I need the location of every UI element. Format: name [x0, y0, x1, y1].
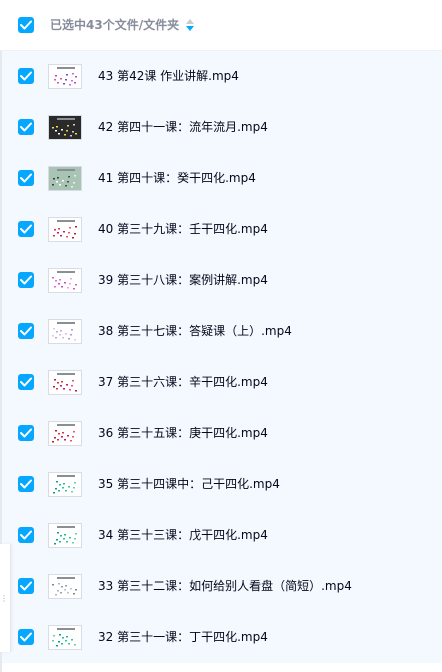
- file-name[interactable]: 33 第三十二课：如何给别人看盘（简短）.mp4: [98, 577, 352, 595]
- video-thumbnail[interactable]: [48, 523, 82, 548]
- thumbnail-content: [52, 634, 76, 647]
- thumbnail-content: [53, 379, 77, 392]
- check-icon: [20, 326, 32, 336]
- file-checkbox[interactable]: [18, 68, 34, 84]
- file-name[interactable]: 37 第三十六课：辛干四化.mp4: [98, 373, 268, 391]
- video-thumbnail[interactable]: [48, 625, 82, 650]
- thumbnail-title-bar: [57, 373, 75, 375]
- file-checkbox[interactable]: [18, 374, 34, 390]
- file-row[interactable]: 37 第三十六课：辛干四化.mp4: [2, 357, 442, 408]
- thumbnail-title-bar: [57, 475, 75, 477]
- check-icon: [20, 632, 32, 642]
- video-thumbnail[interactable]: [48, 574, 82, 599]
- check-icon: [20, 122, 32, 132]
- file-checkbox[interactable]: [18, 578, 34, 594]
- check-icon: [20, 581, 32, 591]
- video-thumbnail[interactable]: [48, 370, 82, 395]
- file-name[interactable]: 36 第三十五课：庚干四化.mp4: [98, 424, 268, 442]
- file-name[interactable]: 34 第三十三课：戊干四化.mp4: [98, 526, 268, 544]
- check-icon: [20, 428, 32, 438]
- file-name[interactable]: 41 第四十课：癸干四化.mp4: [98, 169, 256, 187]
- thumbnail-title-bar: [57, 322, 75, 324]
- check-icon: [20, 275, 32, 285]
- file-checkbox[interactable]: [18, 272, 34, 288]
- video-thumbnail[interactable]: [48, 472, 82, 497]
- thumbnail-content: [54, 73, 77, 86]
- video-thumbnail[interactable]: [48, 217, 82, 242]
- video-thumbnail[interactable]: [48, 421, 82, 446]
- thumbnail-title-bar: [57, 118, 75, 120]
- file-row[interactable]: 32 第三十一课：丁干四化.mp4: [2, 612, 442, 663]
- file-checkbox[interactable]: [18, 323, 34, 339]
- file-checkbox[interactable]: [18, 170, 34, 186]
- thumbnail-title-bar: [57, 526, 75, 528]
- file-checkbox[interactable]: [18, 221, 34, 237]
- file-name[interactable]: 39 第三十八课：案例讲解.mp4: [98, 271, 268, 289]
- file-list: 43 第42课 作业讲解.mp4 42 第四十一课：流年流月.mp4 41 第四十课…: [2, 51, 442, 663]
- file-checkbox[interactable]: [18, 527, 34, 543]
- sort-icon[interactable]: [186, 19, 194, 31]
- thumbnail-content: [52, 277, 77, 290]
- file-name[interactable]: 35 第三十四课中：己干四化.mp4: [98, 475, 280, 493]
- select-all-checkbox[interactable]: [18, 17, 34, 33]
- check-icon: [20, 479, 32, 489]
- file-checkbox[interactable]: [18, 476, 34, 492]
- thumbnail-content: [54, 532, 77, 545]
- check-icon: [20, 173, 32, 183]
- video-thumbnail[interactable]: [48, 319, 82, 344]
- file-row[interactable]: 39 第三十八课：案例讲解.mp4: [2, 255, 442, 306]
- selection-header: 已选中43个文件/文件夹: [0, 0, 442, 51]
- file-name[interactable]: 38 第三十七课：答疑课（上）.mp4: [98, 322, 292, 340]
- video-thumbnail[interactable]: [48, 64, 82, 89]
- video-thumbnail[interactable]: [48, 166, 82, 191]
- check-icon: [20, 377, 32, 387]
- file-row[interactable]: 43 第42课 作业讲解.mp4: [2, 51, 442, 102]
- thumbnail-title-bar: [57, 220, 75, 222]
- thumbnail-content: [52, 124, 77, 137]
- side-collapse-tab[interactable]: ⋮: [0, 544, 11, 652]
- thumbnail-title-bar: [57, 424, 75, 426]
- file-row[interactable]: 42 第四十一课：流年流月.mp4: [2, 102, 442, 153]
- check-icon: [20, 71, 32, 81]
- check-icon: [20, 530, 32, 540]
- thumbnail-title-bar: [57, 67, 75, 69]
- thumbnail-content: [53, 226, 77, 239]
- file-checkbox[interactable]: [18, 629, 34, 645]
- file-list-panel: 已选中43个文件/文件夹 43 第42课 作业讲解.mp4 42 第四十一课：流年…: [0, 0, 442, 672]
- thumbnail-content: [53, 481, 76, 494]
- thumbnail-title-bar: [57, 271, 75, 273]
- thumbnail-content: [52, 583, 77, 596]
- thumbnail-content: [52, 328, 76, 341]
- thumbnail-content: [52, 430, 75, 443]
- selection-count-title: 已选中43个文件/文件夹: [50, 18, 180, 32]
- file-name[interactable]: 43 第42课 作业讲解.mp4: [98, 67, 239, 85]
- file-row[interactable]: 35 第三十四课中：己干四化.mp4: [2, 459, 442, 510]
- file-row[interactable]: 38 第三十七课：答疑课（上）.mp4: [2, 306, 442, 357]
- video-thumbnail[interactable]: [48, 115, 82, 140]
- file-row[interactable]: 33 第三十二课：如何给别人看盘（简短）.mp4: [2, 561, 442, 612]
- file-name[interactable]: 42 第四十一课：流年流月.mp4: [98, 118, 268, 136]
- file-name[interactable]: 32 第三十一课：丁干四化.mp4: [98, 628, 268, 646]
- file-row[interactable]: 36 第三十五课：庚干四化.mp4: [2, 408, 442, 459]
- thumbnail-title-bar: [57, 169, 75, 171]
- video-thumbnail[interactable]: [48, 268, 82, 293]
- check-icon: [20, 20, 32, 30]
- file-row[interactable]: 34 第三十三课：戊干四化.mp4: [2, 510, 442, 561]
- file-checkbox[interactable]: [18, 425, 34, 441]
- thumbnail-title-bar: [57, 577, 75, 579]
- thumbnail-content: [52, 175, 76, 188]
- file-name[interactable]: 40 第三十九课：壬干四化.mp4: [98, 220, 268, 238]
- file-row[interactable]: 40 第三十九课：壬干四化.mp4: [2, 204, 442, 255]
- file-checkbox[interactable]: [18, 119, 34, 135]
- check-icon: [20, 224, 32, 234]
- file-row[interactable]: 41 第四十课：癸干四化.mp4: [2, 153, 442, 204]
- thumbnail-title-bar: [57, 628, 75, 630]
- side-tab-glyph: ⋮: [0, 594, 8, 603]
